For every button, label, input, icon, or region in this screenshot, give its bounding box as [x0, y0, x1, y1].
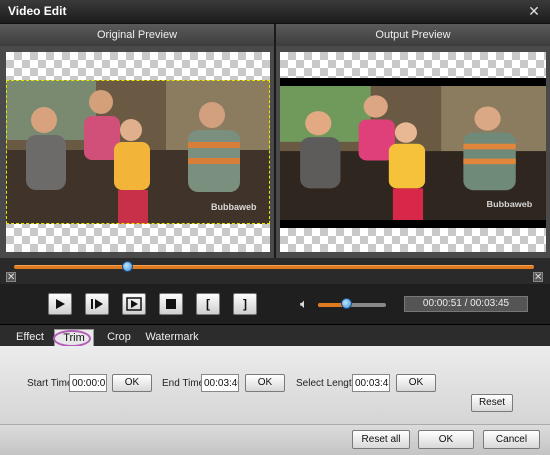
- volume-icon[interactable]: 🔈︎: [300, 296, 308, 312]
- cancel-button[interactable]: Cancel: [483, 430, 540, 449]
- reset-all-button[interactable]: Reset all: [352, 430, 410, 449]
- time-display: 00:00:51 / 00:03:45: [404, 296, 528, 312]
- trim-start-marker-icon[interactable]: ✕: [6, 272, 16, 283]
- tab-effect[interactable]: Effect: [10, 329, 50, 347]
- watermark-text: Bubbaweb: [487, 199, 533, 209]
- timeline-track[interactable]: [14, 265, 534, 269]
- snapshot-frame-button[interactable]: [122, 293, 146, 315]
- play-icon: [56, 299, 65, 309]
- select-length-ok-button[interactable]: OK: [396, 374, 436, 392]
- output-preview-pane: Bubbaweb: [276, 46, 550, 258]
- video-frame-image: Bubbaweb: [6, 80, 270, 224]
- stop-button[interactable]: [159, 293, 183, 315]
- original-video-frame: Bubbaweb: [6, 80, 270, 224]
- set-start-icon: [: [206, 297, 210, 311]
- set-end-icon: ]: [243, 297, 247, 311]
- set-start-button[interactable]: [: [196, 293, 220, 315]
- close-icon[interactable]: ✕: [526, 3, 542, 19]
- next-frame-icon: [91, 299, 103, 309]
- start-time-label: Start Time: [27, 378, 73, 389]
- output-preview-header: Output Preview: [276, 24, 550, 46]
- highlight-ring: [53, 330, 91, 347]
- next-frame-button[interactable]: [85, 293, 109, 315]
- window-title: Video Edit: [8, 4, 67, 18]
- original-preview-header: Original Preview: [0, 24, 274, 46]
- start-time-field[interactable]: [69, 374, 107, 392]
- playback-controls: [ ] 🔈︎ 00:00:51 / 00:03:45: [0, 284, 550, 324]
- edit-tabs: Effect Trim Crop Watermark: [0, 324, 550, 347]
- timeline-playhead[interactable]: [122, 261, 134, 272]
- tab-trim[interactable]: Trim: [53, 329, 94, 347]
- tab-crop[interactable]: Crop: [100, 329, 138, 347]
- select-length-label: Select Length: [296, 378, 358, 389]
- output-video-frame: Bubbaweb: [280, 78, 546, 228]
- transparency-background: Bubbaweb: [280, 52, 546, 252]
- stop-icon: [166, 299, 176, 309]
- trim-end-marker-icon[interactable]: ✕: [533, 272, 543, 283]
- watermark-text: Bubbaweb: [211, 202, 257, 212]
- play-button[interactable]: [48, 293, 72, 315]
- ok-button[interactable]: OK: [418, 430, 474, 449]
- end-time-ok-button[interactable]: OK: [245, 374, 285, 392]
- video-frame-image: Bubbaweb: [280, 86, 546, 220]
- end-time-label: End Time: [162, 378, 205, 389]
- trim-settings-panel: Start Time OK End Time OK Select Length …: [0, 346, 550, 424]
- original-preview-pane: Bubbaweb: [0, 46, 274, 258]
- dialog-footer: Reset all OK Cancel: [0, 424, 550, 455]
- set-end-button[interactable]: ]: [233, 293, 257, 315]
- start-time-ok-button[interactable]: OK: [112, 374, 152, 392]
- title-bar: Video Edit ✕: [0, 0, 550, 24]
- reset-button[interactable]: Reset: [471, 394, 513, 412]
- select-length-field[interactable]: [352, 374, 390, 392]
- timeline-bar: ✕ ✕: [0, 258, 550, 284]
- snapshot-frame-icon: [126, 297, 142, 311]
- transparency-background: Bubbaweb: [6, 52, 270, 252]
- tab-watermark[interactable]: Watermark: [142, 329, 202, 347]
- end-time-field[interactable]: [201, 374, 239, 392]
- volume-slider-knob[interactable]: [340, 298, 352, 309]
